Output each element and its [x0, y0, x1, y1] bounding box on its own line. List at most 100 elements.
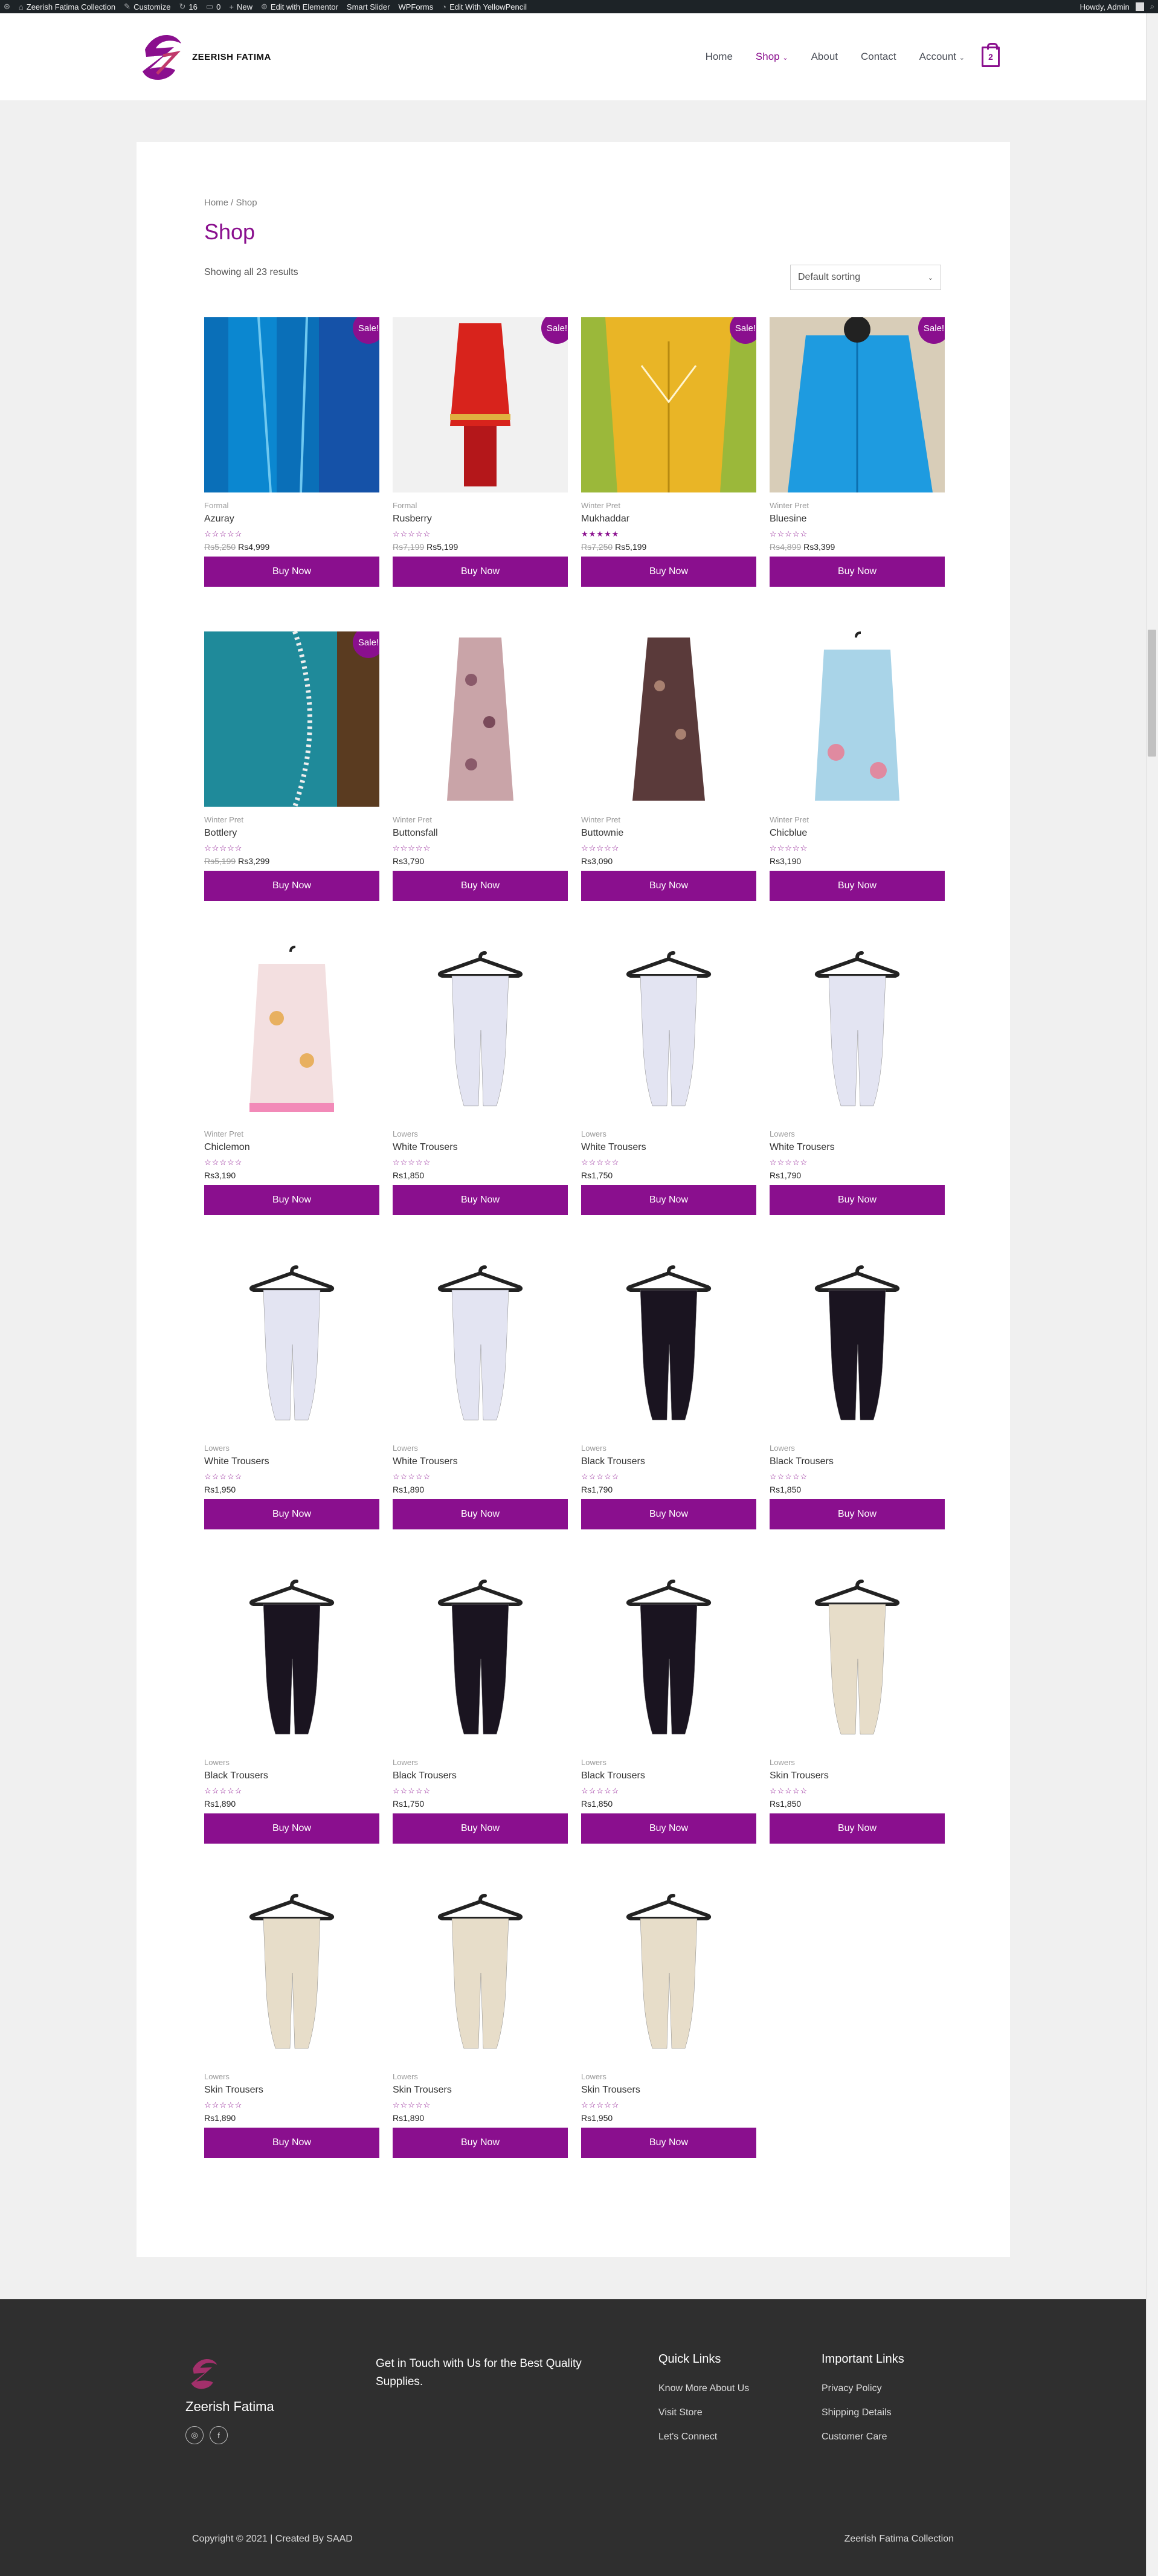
product-title[interactable]: White Trousers	[770, 1142, 945, 1153]
product-title[interactable]: Black Trousers	[581, 1771, 756, 1781]
product-title[interactable]: Bottlery	[204, 828, 379, 839]
nav-shop[interactable]: Shop ⌄	[756, 51, 788, 63]
product-card[interactable]: Lowers Black Trousers ☆☆☆☆☆ Rs1,890 Buy Now	[204, 1574, 379, 1844]
admin-customize[interactable]: ✎ Customize	[124, 2, 170, 11]
product-title[interactable]: Mukhaddar	[581, 514, 756, 525]
footer-link-care[interactable]: Customer Care	[822, 2432, 904, 2442]
product-image[interactable]: Sale!	[581, 317, 756, 492]
admin-wpforms[interactable]: WPForms	[398, 2, 433, 11]
buy-now-button[interactable]: Buy Now	[770, 1499, 945, 1529]
product-image[interactable]	[204, 1260, 379, 1435]
product-image[interactable]	[204, 946, 379, 1121]
product-card[interactable]: Lowers Skin Trousers ☆☆☆☆☆ Rs1,890 Buy Now	[204, 1888, 379, 2158]
product-card[interactable]: Lowers White Trousers ☆☆☆☆☆ Rs1,750 Buy Now	[581, 946, 756, 1215]
product-category[interactable]: Lowers	[204, 2072, 379, 2081]
product-image[interactable]	[770, 1574, 945, 1749]
product-card[interactable]: Sale! Formal Rusberry ☆☆☆☆☆ Rs7,199 Rs5,199 Bu…	[393, 317, 568, 587]
product-category[interactable]: Lowers	[393, 1129, 568, 1138]
product-image[interactable]	[393, 1260, 568, 1435]
product-image[interactable]: Sale!	[393, 317, 568, 492]
scrollbar[interactable]	[1146, 13, 1158, 2576]
product-image[interactable]: Sale!	[204, 317, 379, 492]
product-category[interactable]: Lowers	[393, 2072, 568, 2081]
buy-now-button[interactable]: Buy Now	[581, 557, 756, 587]
product-title[interactable]: Skin Trousers	[393, 2085, 568, 2096]
product-title[interactable]: Black Trousers	[770, 1456, 945, 1467]
buy-now-button[interactable]: Buy Now	[204, 1813, 379, 1844]
product-image[interactable]	[581, 946, 756, 1121]
product-image[interactable]	[393, 631, 568, 807]
breadcrumb-home[interactable]: Home	[204, 198, 228, 208]
buy-now-button[interactable]: Buy Now	[581, 2128, 756, 2158]
buy-now-button[interactable]: Buy Now	[770, 557, 945, 587]
footer-link-shipping[interactable]: Shipping Details	[822, 2407, 904, 2418]
cart-icon[interactable]: 2	[982, 43, 1000, 67]
facebook-icon[interactable]: f	[210, 2426, 228, 2444]
product-title[interactable]: Buttownie	[581, 828, 756, 839]
nav-account[interactable]: Account ⌄	[919, 51, 965, 63]
admin-elementor[interactable]: ⊜ Edit with Elementor	[261, 2, 338, 11]
product-title[interactable]: Skin Trousers	[770, 1771, 945, 1781]
product-card[interactable]: Lowers Black Trousers ☆☆☆☆☆ Rs1,850 Buy Now	[581, 1574, 756, 1844]
product-title[interactable]: White Trousers	[581, 1142, 756, 1153]
product-category[interactable]: Winter Pret	[770, 501, 945, 510]
nav-home[interactable]: Home	[706, 51, 733, 63]
buy-now-button[interactable]: Buy Now	[393, 1185, 568, 1215]
product-card[interactable]: Lowers White Trousers ☆☆☆☆☆ Rs1,850 Buy Now	[393, 946, 568, 1215]
instagram-icon[interactable]: ◎	[185, 2426, 204, 2444]
product-card[interactable]: Sale! Winter Pret Bluesine ☆☆☆☆☆ Rs4,899 Rs3,…	[770, 317, 945, 587]
admin-new[interactable]: + New	[229, 2, 253, 11]
product-title[interactable]: Black Trousers	[204, 1771, 379, 1781]
sorting-select[interactable]: Default sorting ⌄	[790, 265, 941, 290]
product-image[interactable]	[581, 1260, 756, 1435]
product-card[interactable]: Winter Pret Buttonsfall ☆☆☆☆☆ Rs3,790 Buy No…	[393, 631, 568, 901]
buy-now-button[interactable]: Buy Now	[393, 557, 568, 587]
site-logo[interactable]: ZEERISH FATIMA	[139, 31, 271, 82]
buy-now-button[interactable]: Buy Now	[393, 871, 568, 901]
product-card[interactable]: Sale! Winter Pret Mukhaddar ★★★★★ Rs7,250 Rs5…	[581, 317, 756, 587]
admin-comments[interactable]: ▭ 0	[206, 2, 221, 11]
product-category[interactable]: Lowers	[393, 1758, 568, 1767]
buy-now-button[interactable]: Buy Now	[770, 871, 945, 901]
product-image[interactable]	[204, 1574, 379, 1749]
buy-now-button[interactable]: Buy Now	[204, 871, 379, 901]
product-image[interactable]	[393, 1888, 568, 2064]
product-title[interactable]: White Trousers	[393, 1456, 568, 1467]
product-card[interactable]: Winter Pret Chiclemon ☆☆☆☆☆ Rs3,190 Buy Now	[204, 946, 379, 1215]
product-title[interactable]: Rusberry	[393, 514, 568, 525]
product-card[interactable]: Lowers Skin Trousers ☆☆☆☆☆ Rs1,890 Buy Now	[393, 1888, 568, 2158]
wordpress-logo[interactable]: ⊛	[4, 2, 10, 11]
avatar[interactable]	[1135, 2, 1144, 11]
search-icon[interactable]: ⌕	[1150, 2, 1154, 11]
product-title[interactable]: Chiclemon	[204, 1142, 379, 1153]
product-category[interactable]: Lowers	[770, 1758, 945, 1767]
scrollbar-thumb[interactable]	[1148, 630, 1156, 757]
product-card[interactable]: Lowers Black Trousers ☆☆☆☆☆ Rs1,750 Buy Now	[393, 1574, 568, 1844]
product-card[interactable]: Lowers Skin Trousers ☆☆☆☆☆ Rs1,850 Buy Now	[770, 1574, 945, 1844]
product-category[interactable]: Winter Pret	[770, 815, 945, 824]
product-category[interactable]: Winter Pret	[393, 815, 568, 824]
buy-now-button[interactable]: Buy Now	[393, 1499, 568, 1529]
product-category[interactable]: Lowers	[581, 2072, 756, 2081]
product-card[interactable]: Winter Pret Buttownie ☆☆☆☆☆ Rs3,090 Buy Now	[581, 631, 756, 901]
product-card[interactable]: Lowers Black Trousers ☆☆☆☆☆ Rs1,850 Buy Now	[770, 1260, 945, 1529]
product-image[interactable]: Sale!	[770, 317, 945, 492]
admin-greeting[interactable]: Howdy, Admin	[1080, 2, 1130, 11]
nav-about[interactable]: About	[811, 51, 838, 63]
product-image[interactable]: Sale!	[204, 631, 379, 807]
product-title[interactable]: Skin Trousers	[581, 2085, 756, 2096]
product-card[interactable]: Winter Pret Chicblue ☆☆☆☆☆ Rs3,190 Buy Now	[770, 631, 945, 901]
admin-smartslider[interactable]: Smart Slider	[347, 2, 390, 11]
product-card[interactable]: Lowers White Trousers ☆☆☆☆☆ Rs1,790 Buy Now	[770, 946, 945, 1215]
product-title[interactable]: Black Trousers	[393, 1771, 568, 1781]
product-image[interactable]	[581, 1574, 756, 1749]
product-title[interactable]: Black Trousers	[581, 1456, 756, 1467]
buy-now-button[interactable]: Buy Now	[204, 2128, 379, 2158]
footer-link-store[interactable]: Visit Store	[658, 2407, 749, 2418]
product-title[interactable]: Buttonsfall	[393, 828, 568, 839]
product-image[interactable]	[581, 631, 756, 807]
product-title[interactable]: Azuray	[204, 514, 379, 525]
product-card[interactable]: Lowers Skin Trousers ☆☆☆☆☆ Rs1,950 Buy Now	[581, 1888, 756, 2158]
product-category[interactable]: Lowers	[770, 1129, 945, 1138]
product-category[interactable]: Lowers	[581, 1444, 756, 1453]
